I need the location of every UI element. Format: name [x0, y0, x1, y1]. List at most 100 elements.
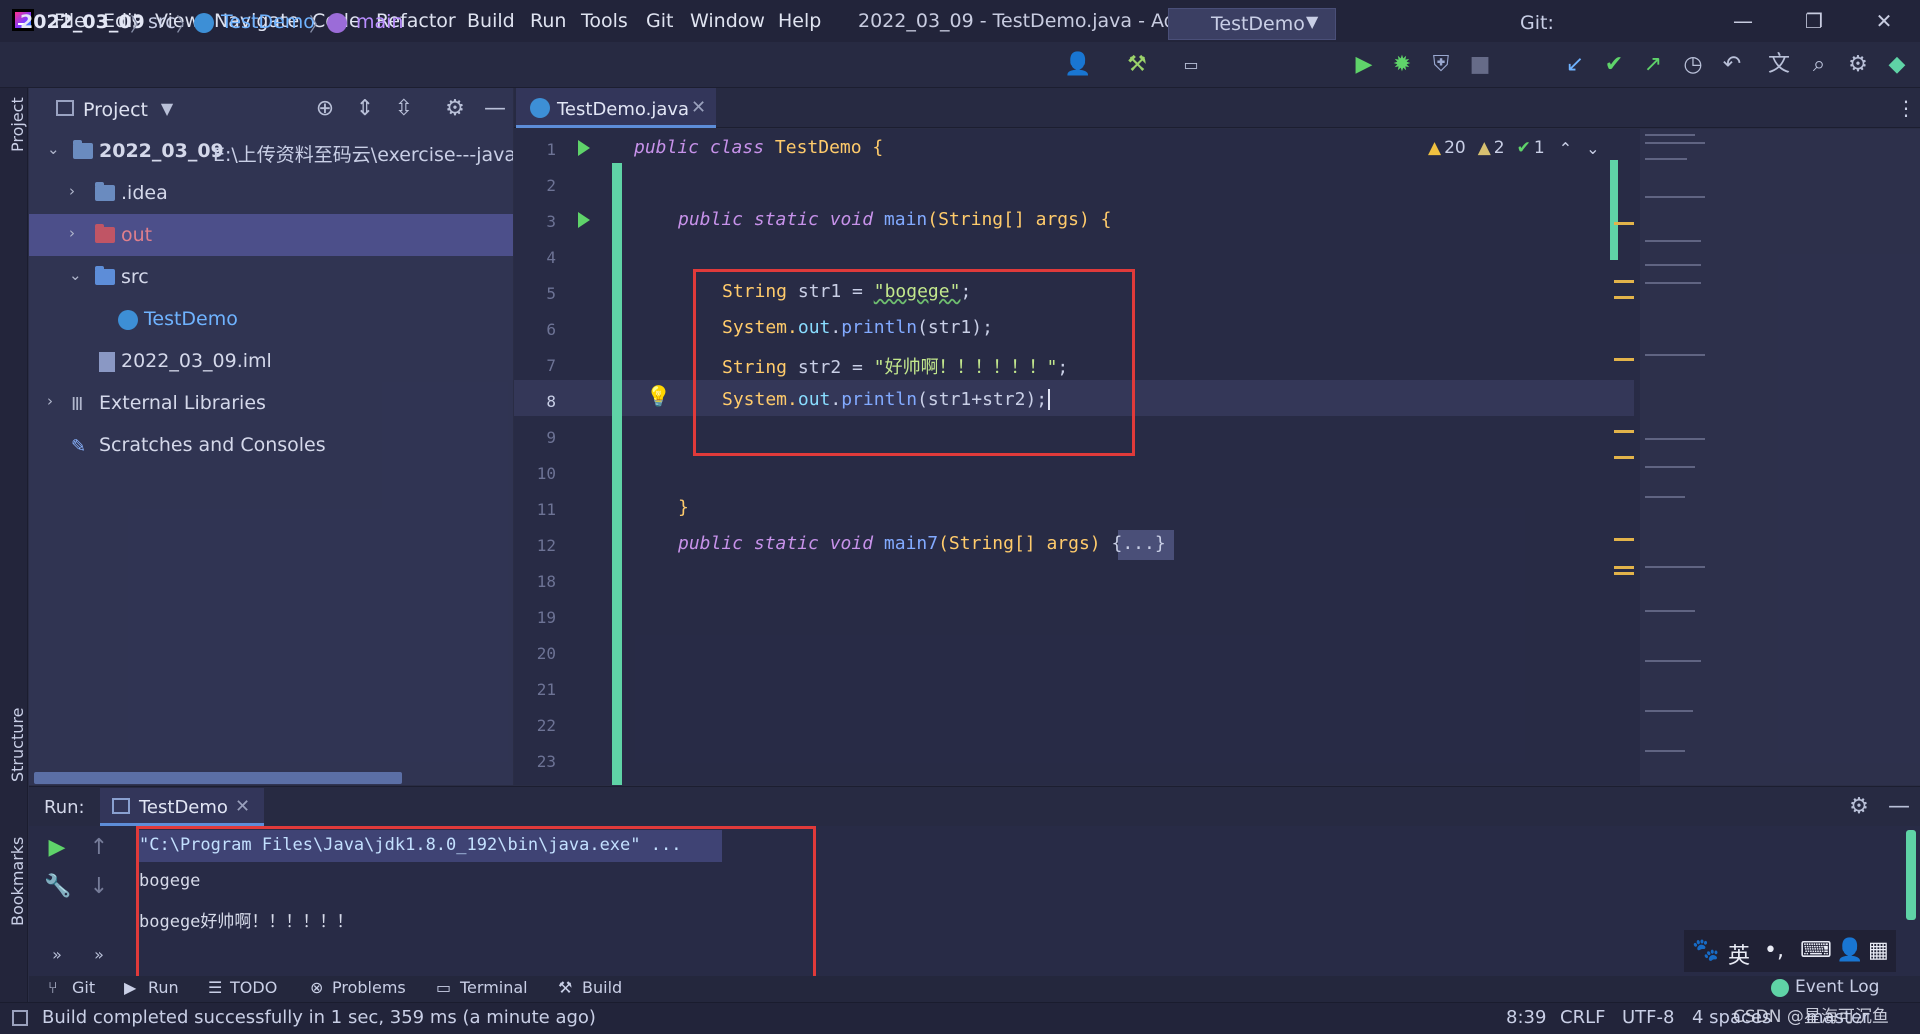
more-tools-icon[interactable]: »: [86, 942, 112, 968]
warning-stripe-mark[interactable]: [1614, 222, 1634, 225]
warning-stripe-mark[interactable]: [1614, 456, 1634, 459]
tree-item-idea[interactable]: › .idea: [29, 172, 513, 214]
git-update-icon[interactable]: ↙: [1562, 52, 1588, 78]
tree-item-project-root[interactable]: ⌄ 2022_03_09 E:\上传资料至码云\exercise---java-…: [29, 130, 513, 172]
warning-stripe-mark[interactable]: [1614, 358, 1634, 361]
chevron-up-icon[interactable]: ⌃: [1559, 139, 1572, 158]
tree-item-src[interactable]: ⌄ src: [29, 256, 513, 298]
minimize-button[interactable]: —: [1723, 6, 1763, 36]
user-icon[interactable]: 👤: [1064, 52, 1091, 78]
chevron-down-icon[interactable]: ▼: [154, 96, 180, 122]
run-icon[interactable]: ▶: [1351, 52, 1377, 78]
tab-run[interactable]: Run: [148, 978, 179, 997]
project-tool-button[interactable]: Project: [8, 97, 27, 152]
arrow-down-icon[interactable]: ↓: [86, 874, 112, 900]
restore-button[interactable]: ❐: [1794, 6, 1834, 36]
plugin-icon[interactable]: ◆: [1884, 52, 1910, 78]
tab-terminal[interactable]: Terminal: [460, 978, 528, 997]
ime-keyboard-icon[interactable]: ⌨: [1800, 938, 1832, 963]
build-hammer-icon[interactable]: ⚒: [1124, 52, 1150, 78]
event-log-button[interactable]: Event Log: [1795, 977, 1879, 997]
warning-stripe-mark[interactable]: [1614, 430, 1634, 433]
project-panel-title[interactable]: Project: [83, 99, 148, 121]
file-encoding[interactable]: UTF-8: [1622, 1007, 1674, 1028]
rollback-icon[interactable]: ↶: [1719, 52, 1745, 78]
line-number: 12: [536, 536, 556, 555]
menu-window[interactable]: Window: [690, 10, 765, 32]
breadcrumb-class[interactable]: TestDemo: [221, 11, 315, 33]
menu-help[interactable]: Help: [778, 10, 821, 32]
chevron-down-icon[interactable]: ⌄: [47, 140, 60, 158]
hide-icon[interactable]: —: [1886, 794, 1912, 820]
console-scrollbar[interactable]: [1906, 830, 1916, 920]
chevron-down-icon[interactable]: ⌄: [69, 266, 82, 284]
scratches-icon: ✎: [71, 436, 87, 457]
settings-icon[interactable]: ⚙: [442, 96, 468, 122]
warning-stripe-mark[interactable]: [1614, 572, 1634, 575]
tab-problems[interactable]: Problems: [332, 978, 406, 997]
lightbulb-icon[interactable]: 💡: [646, 384, 671, 408]
chevron-right-icon[interactable]: ›: [47, 392, 53, 410]
menu-tools[interactable]: Tools: [581, 10, 628, 32]
inspection-widget[interactable]: ▲ 20 ▲ 2 ✔ 1 ⌃ ⌄: [1428, 138, 1600, 158]
settings-icon[interactable]: ⚙: [1845, 52, 1871, 78]
breadcrumb-project[interactable]: 2022_03_09: [20, 11, 145, 33]
warning-stripe-mark[interactable]: [1614, 296, 1634, 299]
more-options-icon[interactable]: ⋮: [1896, 96, 1916, 120]
tab-build[interactable]: Build: [582, 978, 622, 997]
close-icon[interactable]: ✕: [691, 97, 706, 118]
wrench-icon[interactable]: 🔧: [44, 874, 71, 900]
breadcrumb-src[interactable]: src: [148, 11, 176, 33]
ime-user-icon[interactable]: 👤: [1836, 938, 1863, 963]
weak-warnings-count: 2: [1493, 138, 1505, 158]
more-tools-icon[interactable]: »: [44, 942, 70, 968]
tree-item-external-libraries[interactable]: › Ⅲ External Libraries: [29, 382, 513, 424]
breadcrumb-method[interactable]: main: [356, 11, 403, 33]
tree-item-scratches[interactable]: ✎ Scratches and Consoles: [29, 424, 513, 466]
tab-git[interactable]: Git: [72, 978, 95, 997]
arrow-up-icon[interactable]: ↑: [86, 835, 112, 861]
search-icon[interactable]: ⌕: [1806, 52, 1832, 78]
code-minimap[interactable]: [1640, 129, 1920, 785]
structure-tool-button[interactable]: Structure: [8, 708, 27, 782]
tree-item-iml[interactable]: 2022_03_09.iml: [29, 340, 513, 382]
ime-grid-icon[interactable]: ▦: [1868, 938, 1889, 963]
translate-icon[interactable]: 文: [1766, 52, 1792, 78]
hide-icon[interactable]: —: [482, 96, 508, 122]
menu-run[interactable]: Run: [530, 10, 566, 32]
horizontal-scrollbar[interactable]: [34, 772, 402, 784]
expand-all-icon[interactable]: ⇕: [352, 96, 378, 122]
ime-punctuation-icon[interactable]: •,: [1764, 938, 1784, 963]
bookmarks-tool-button[interactable]: Bookmarks: [8, 837, 27, 926]
menu-git[interactable]: Git: [646, 10, 673, 32]
run-main-icon[interactable]: [578, 212, 590, 228]
close-icon[interactable]: ✕: [235, 796, 250, 817]
warning-stripe-mark[interactable]: [1614, 538, 1634, 541]
ime-paw-icon[interactable]: 🐾: [1692, 938, 1719, 963]
locate-icon[interactable]: ⊕: [312, 96, 338, 122]
run-class-icon[interactable]: [578, 140, 590, 156]
settings-icon[interactable]: ⚙: [1846, 794, 1872, 820]
tree-item-testdemo[interactable]: TestDemo: [29, 298, 513, 340]
coverage-icon[interactable]: ⛨: [1428, 52, 1454, 78]
stop-icon[interactable]: ■: [1467, 52, 1493, 78]
git-commit-icon[interactable]: ✔: [1601, 52, 1627, 78]
menu-build[interactable]: Build: [467, 10, 515, 32]
chevron-down-icon[interactable]: ⌄: [1586, 139, 1599, 158]
rerun-icon[interactable]: ▶: [44, 835, 70, 861]
toggle-tool-windows-icon[interactable]: [12, 1010, 28, 1026]
warning-stripe-mark[interactable]: [1614, 566, 1634, 569]
chevron-right-icon[interactable]: ›: [69, 224, 75, 242]
tree-item-out[interactable]: › out: [29, 214, 513, 256]
close-button[interactable]: ✕: [1864, 6, 1904, 36]
collapse-all-icon[interactable]: ⇳: [391, 96, 417, 122]
chevron-right-icon[interactable]: ›: [69, 182, 75, 200]
ime-english-icon[interactable]: 英: [1728, 938, 1750, 970]
warning-stripe-mark[interactable]: [1614, 280, 1634, 283]
caret-position[interactable]: 8:39: [1506, 1007, 1546, 1028]
line-separator[interactable]: CRLF: [1560, 1007, 1605, 1028]
tab-todo[interactable]: TODO: [230, 978, 277, 997]
history-icon[interactable]: ◷: [1680, 52, 1706, 78]
git-push-icon[interactable]: ↗: [1640, 52, 1666, 78]
debug-icon[interactable]: ✹: [1389, 52, 1415, 78]
